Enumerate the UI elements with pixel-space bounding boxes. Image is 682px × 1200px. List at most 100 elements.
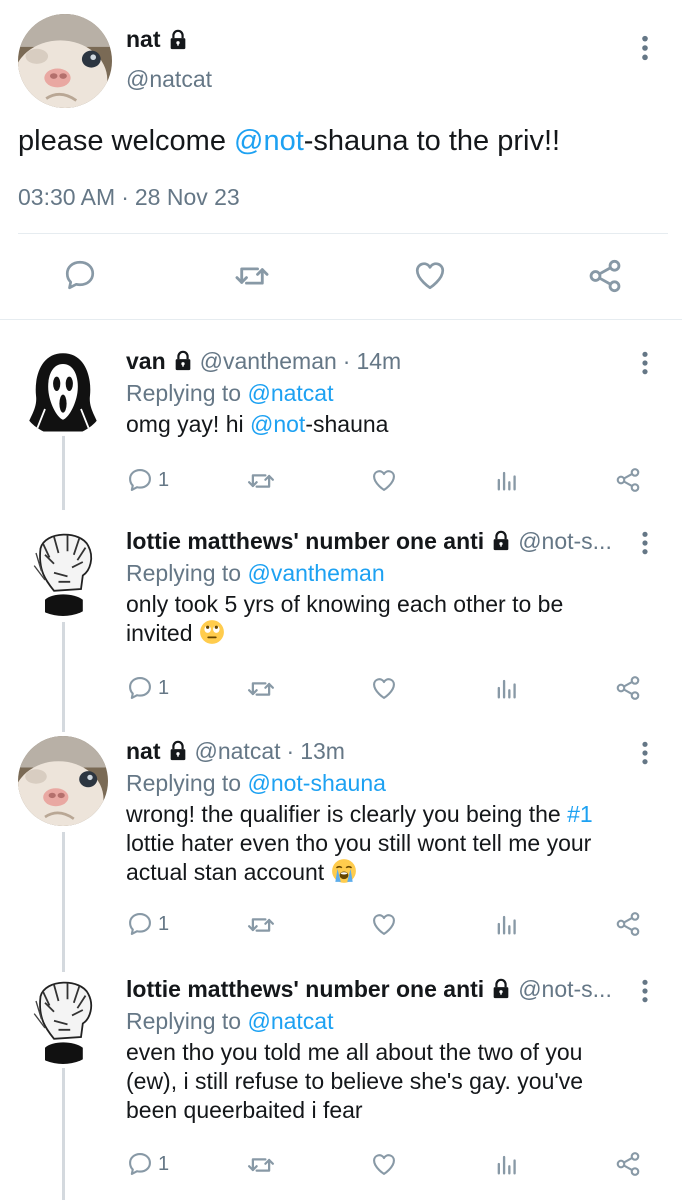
- reply-text: only took 5 yrs of knowing each other to…: [126, 590, 646, 652]
- stats-icon[interactable]: [493, 674, 521, 702]
- reply-icon: [126, 1150, 154, 1178]
- author-name[interactable]: nat: [126, 26, 161, 53]
- stats-icon[interactable]: [493, 910, 521, 938]
- author-name[interactable]: nat: [126, 736, 161, 766]
- lock-icon: [167, 740, 189, 762]
- replying-to-link[interactable]: @vantheman: [247, 560, 384, 586]
- tweet-text-part: -shauna to the priv!!: [303, 125, 561, 157]
- replying-to-label: Replying to: [126, 560, 242, 586]
- reply-text-line: wrong! the qualifier is clearly you bein…: [126, 800, 646, 829]
- action-bar: 1: [0, 674, 682, 710]
- more-vertical-icon[interactable]: [640, 350, 650, 376]
- separator-dot: ·: [121, 184, 129, 210]
- divider: [18, 233, 668, 234]
- reply-tweet: van @vantheman · 14m Replying to @natcat…: [0, 346, 682, 506]
- action-bar: 1: [0, 910, 682, 946]
- author-name[interactable]: van: [126, 346, 166, 376]
- reply-text-line: (ew), i still refuse to believe she's ga…: [126, 1068, 584, 1094]
- reply-icon: [126, 466, 154, 494]
- replying-to: Replying to @natcat: [126, 1006, 333, 1036]
- reply-tweet: lottie matthews' number one anti @not-s.…: [0, 974, 682, 1196]
- avatar[interactable]: [18, 14, 112, 108]
- tweet-date: 28 Nov 23: [134, 184, 240, 210]
- share-icon[interactable]: [614, 466, 642, 494]
- reply-time: 14m: [356, 348, 402, 374]
- reply-button[interactable]: 1: [126, 1150, 169, 1178]
- retweet-icon[interactable]: [233, 257, 271, 295]
- tweet-text-part: please welcome: [18, 125, 234, 157]
- author-handle[interactable]: @vantheman: [200, 346, 337, 376]
- share-icon[interactable]: [614, 910, 642, 938]
- tweet-timestamp: 03:30 AM · 28 Nov 23: [18, 184, 240, 211]
- reply-text-line: invited: [126, 619, 646, 652]
- replying-to-link[interactable]: @natcat: [247, 1008, 333, 1034]
- replying-to-link[interactable]: @not-shauna: [247, 770, 385, 796]
- replying-to-link[interactable]: @natcat: [247, 380, 333, 406]
- reply-button[interactable]: 1: [126, 466, 169, 494]
- more-vertical-icon[interactable]: [640, 530, 650, 556]
- retweet-icon[interactable]: [246, 910, 276, 940]
- reply-button[interactable]: 1: [126, 910, 169, 938]
- reply-text-line: only took 5 yrs of knowing each other to…: [126, 591, 564, 617]
- replying-to: Replying to @vantheman: [126, 558, 385, 588]
- avatar[interactable]: [18, 526, 108, 616]
- lock-icon: [172, 350, 194, 372]
- reply-text-part: omg yay! hi: [126, 411, 250, 437]
- share-icon[interactable]: [614, 674, 642, 702]
- reply-count: 1: [158, 1152, 170, 1175]
- tweet-text: please welcome @not-shauna to the priv!!: [18, 122, 668, 160]
- reply-text: even tho you told me all about the two o…: [126, 1038, 646, 1125]
- author-name-row: nat: [126, 26, 189, 53]
- author-handle[interactable]: @natcat: [126, 66, 212, 93]
- stats-icon[interactable]: [493, 1150, 521, 1178]
- replying-to-label: Replying to: [126, 770, 242, 796]
- reply-count: 1: [158, 468, 170, 491]
- reply-icon: [126, 674, 154, 702]
- reply-header: lottie matthews' number one anti @not-s.…: [126, 974, 636, 1004]
- avatar[interactable]: [18, 346, 108, 436]
- replying-to: Replying to @natcat: [126, 378, 333, 408]
- action-bar: 1: [0, 1150, 682, 1186]
- reply-text-part: actual stan account: [126, 859, 325, 885]
- action-bar: [0, 252, 682, 302]
- more-vertical-icon[interactable]: [640, 34, 650, 62]
- author-name[interactable]: lottie matthews' number one anti: [126, 974, 484, 1004]
- reply-icon: [126, 910, 154, 938]
- action-bar: 1: [0, 466, 682, 502]
- reply-text: wrong! the qualifier is clearly you bein…: [126, 800, 646, 891]
- author-name[interactable]: lottie matthews' number one anti: [126, 526, 484, 556]
- retweet-icon[interactable]: [246, 466, 276, 496]
- avatar[interactable]: [18, 736, 108, 826]
- like-icon[interactable]: [370, 674, 398, 702]
- reply-text-line: been queerbaited i fear: [126, 1097, 363, 1123]
- like-icon[interactable]: [370, 910, 398, 938]
- author-handle[interactable]: @not-s...: [518, 526, 612, 556]
- stats-icon[interactable]: [493, 466, 521, 494]
- reply-time: 13m: [300, 738, 345, 764]
- share-icon[interactable]: [614, 1150, 642, 1178]
- like-icon[interactable]: [412, 257, 448, 293]
- reply-button[interactable]: 1: [126, 674, 169, 702]
- like-icon[interactable]: [370, 1150, 398, 1178]
- like-icon[interactable]: [370, 466, 398, 494]
- replying-to: Replying to @not-shauna: [126, 768, 386, 798]
- crying-emoji-icon: [331, 858, 357, 891]
- lock-icon: [490, 530, 512, 552]
- reply-text-part: wrong! the qualifier is clearly you bein…: [126, 801, 568, 827]
- main-tweet: nat @natcat please welcome @not-shauna t…: [0, 0, 682, 320]
- hashtag-link[interactable]: #1: [567, 801, 593, 827]
- author-handle[interactable]: @natcat: [195, 736, 281, 766]
- more-vertical-icon[interactable]: [640, 740, 650, 766]
- retweet-icon[interactable]: [246, 1150, 276, 1180]
- mention-link[interactable]: @not: [250, 411, 305, 437]
- reply-tweet: lottie matthews' number one anti @not-s.…: [0, 526, 682, 716]
- more-vertical-icon[interactable]: [640, 978, 650, 1004]
- retweet-icon[interactable]: [246, 674, 276, 704]
- avatar[interactable]: [18, 974, 108, 1064]
- reply-icon[interactable]: [62, 257, 98, 293]
- reply-header: van @vantheman · 14m: [126, 346, 636, 376]
- mention-link[interactable]: @not: [234, 125, 304, 157]
- share-icon[interactable]: [586, 257, 624, 295]
- author-handle[interactable]: @not-s...: [518, 974, 612, 1004]
- lock-icon: [490, 978, 512, 1000]
